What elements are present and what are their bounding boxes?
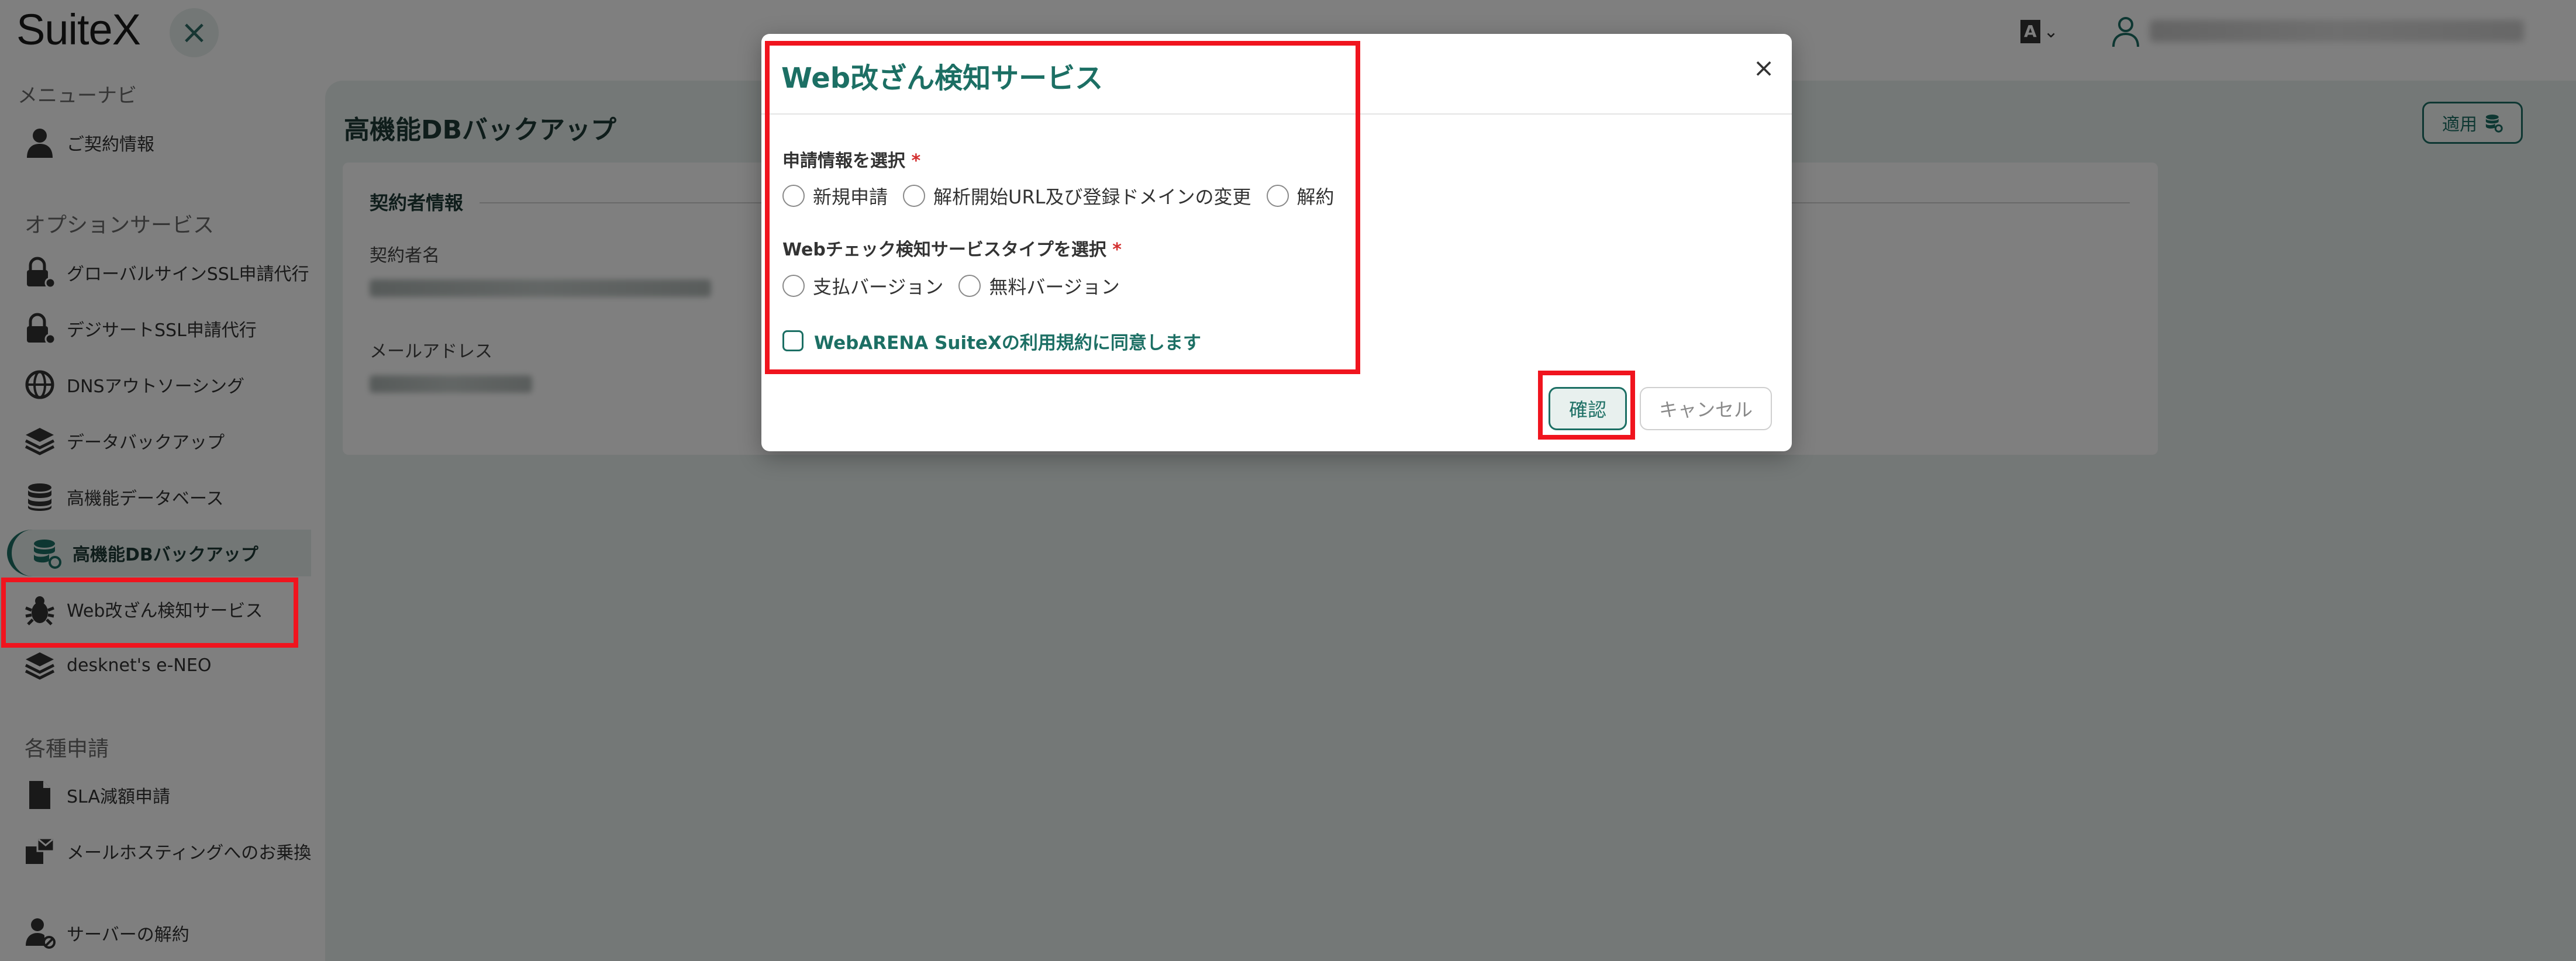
radio-circle[interactable] bbox=[782, 275, 805, 297]
request-type-label-text: 申請情報を選択 bbox=[782, 151, 905, 171]
radio-circle[interactable] bbox=[782, 185, 805, 207]
radio-new-application[interactable]: 新規申請 bbox=[782, 182, 888, 209]
required-mark: * bbox=[1112, 240, 1122, 260]
radio-label: 支払バージョン bbox=[813, 276, 944, 298]
terms-checkbox-label: WebARENA SuiteXの利用規約に同意します bbox=[814, 332, 1201, 354]
terms-agree-checkbox-row[interactable]: WebARENA SuiteXの利用規約に同意します bbox=[782, 327, 1201, 354]
service-type-label-text: Webチェック検知サービスタイプを選択 bbox=[782, 240, 1106, 260]
radio-label: 解約 bbox=[1296, 186, 1334, 208]
radio-cancellation[interactable]: 解約 bbox=[1266, 182, 1334, 209]
terms-checkbox[interactable] bbox=[782, 330, 804, 351]
request-type-radio-group: 新規申請 解析開始URL及び登録ドメインの変更 解約 bbox=[782, 181, 1334, 210]
cancel-button[interactable]: キャンセル bbox=[1640, 387, 1772, 430]
modal-divider bbox=[761, 113, 1792, 115]
service-type-radio-group: 支払バージョン 無料バージョン bbox=[782, 271, 1120, 300]
close-icon[interactable]: × bbox=[1751, 54, 1777, 83]
service-type-label: Webチェック検知サービスタイプを選択 * bbox=[782, 235, 1122, 261]
radio-paid-version[interactable]: 支払バージョン bbox=[782, 272, 943, 299]
radio-label: 無料バージョン bbox=[989, 276, 1120, 298]
modal-title: Web改ざん検知サービス bbox=[781, 62, 1103, 95]
radio-circle[interactable] bbox=[903, 185, 926, 207]
required-mark: * bbox=[911, 151, 921, 171]
confirm-button[interactable]: 確認 bbox=[1549, 387, 1627, 430]
radio-circle[interactable] bbox=[1266, 185, 1289, 207]
request-type-label: 申請情報を選択 * bbox=[782, 146, 920, 172]
radio-change-url-domain[interactable]: 解析開始URL及び登録ドメインの変更 bbox=[903, 182, 1251, 209]
radio-label: 新規申請 bbox=[813, 186, 888, 208]
radio-circle[interactable] bbox=[958, 275, 981, 297]
radio-free-version[interactable]: 無料バージョン bbox=[958, 272, 1120, 299]
radio-label: 解析開始URL及び登録ドメインの変更 bbox=[933, 186, 1251, 208]
